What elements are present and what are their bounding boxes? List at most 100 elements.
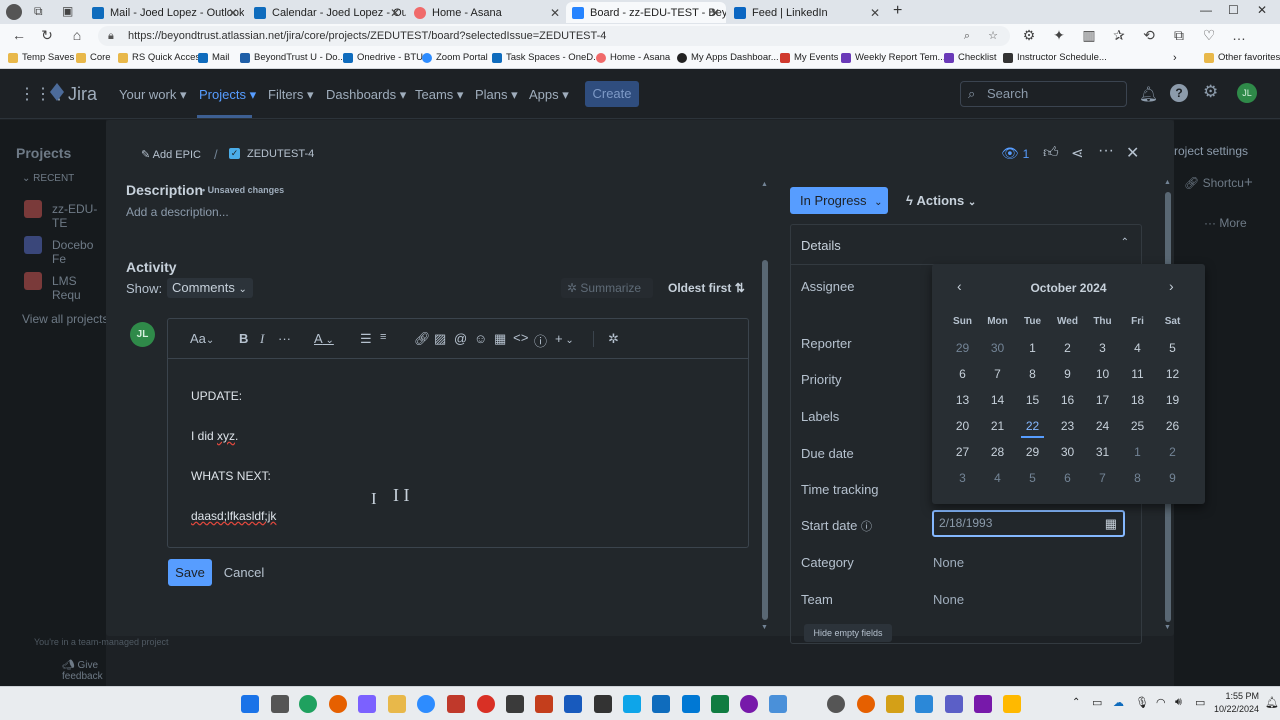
actions-button[interactable]: ϟ Actions ⌄ bbox=[906, 193, 976, 208]
calendar-day[interactable]: 1 bbox=[1015, 341, 1050, 355]
calendar-day[interactable]: 1 bbox=[1120, 445, 1155, 459]
calendar-day[interactable]: 9 bbox=[1050, 367, 1085, 381]
calendar-day[interactable]: 3 bbox=[1085, 341, 1120, 355]
back-icon[interactable]: ← bbox=[10, 27, 28, 43]
bookmark[interactable]: Instructor Schedule... bbox=[1003, 52, 1107, 63]
file-explorer-icon[interactable] bbox=[388, 695, 406, 713]
tab-actions-icon[interactable]: ▣ bbox=[62, 4, 73, 18]
app-icon[interactable] bbox=[1003, 695, 1021, 713]
share-icon[interactable]: ⋖ bbox=[1071, 144, 1084, 162]
calendar-day[interactable]: 28 bbox=[980, 445, 1015, 459]
settings-gear-icon[interactable]: ⚙ bbox=[1203, 82, 1218, 102]
panel-scroll-down-icon[interactable]: ▼ bbox=[1164, 624, 1171, 631]
taskbar-date[interactable]: 10/22/2024 bbox=[1204, 704, 1259, 714]
calendar-day[interactable]: 4 bbox=[980, 471, 1015, 485]
taskbar-time[interactable]: 1:55 PM bbox=[1209, 691, 1259, 701]
close-modal-icon[interactable]: ✕ bbox=[1126, 143, 1139, 163]
extensions-icon[interactable]: ⚙ bbox=[1020, 27, 1038, 44]
table-icon[interactable]: ▦ bbox=[494, 331, 506, 347]
scroll-down-icon[interactable]: ▼ bbox=[761, 624, 768, 631]
calendar-day[interactable]: 6 bbox=[945, 367, 980, 381]
close-icon[interactable]: ✕ bbox=[550, 6, 560, 20]
show-filter-select[interactable]: Comments ⌄ bbox=[167, 278, 253, 298]
create-button[interactable]: Create bbox=[585, 81, 639, 107]
calendar-day[interactable]: 8 bbox=[1120, 471, 1155, 485]
calendar-day[interactable]: 8 bbox=[1015, 367, 1050, 381]
calendar-day[interactable]: 27 bbox=[945, 445, 980, 459]
onenote-icon[interactable] bbox=[974, 695, 992, 713]
microphone-icon[interactable]: 🎙︎ bbox=[1135, 696, 1149, 709]
view-all-projects-link[interactable]: View all projects bbox=[22, 312, 106, 326]
calendar-day[interactable]: 11 bbox=[1120, 367, 1155, 381]
app-icon[interactable] bbox=[915, 695, 933, 713]
favorite-star-icon[interactable]: ☆ bbox=[988, 26, 998, 46]
hide-empty-fields-button[interactable]: Hide empty fields bbox=[804, 624, 892, 642]
italic-icon[interactable]: I bbox=[260, 331, 264, 347]
summarize-button[interactable]: ✲ Summarize bbox=[561, 278, 653, 298]
team-value[interactable]: None bbox=[933, 592, 964, 607]
bullet-list-icon[interactable]: ☰ bbox=[360, 331, 372, 347]
calendar-day[interactable]: 29 bbox=[945, 341, 980, 355]
nav-dashboards[interactable]: Dashboards ▾ bbox=[326, 87, 406, 103]
close-icon[interactable]: ✕ bbox=[870, 6, 880, 20]
browser-heart-icon[interactable]: ♡ bbox=[1200, 27, 1218, 44]
edge-icon[interactable] bbox=[299, 695, 317, 713]
issue-key-link[interactable]: ZEDUTEST-4 bbox=[247, 148, 314, 160]
app-icon[interactable] bbox=[594, 695, 612, 713]
tray-chevron-icon[interactable]: ⌃ bbox=[1072, 697, 1080, 708]
bookmark[interactable]: Temp Saves bbox=[8, 52, 74, 63]
calendar-day[interactable]: 30 bbox=[1050, 445, 1085, 459]
nav-plans[interactable]: Plans ▾ bbox=[475, 87, 518, 103]
calendar-day[interactable]: 5 bbox=[1015, 471, 1050, 485]
nav-projects[interactable]: Projects ▾ bbox=[199, 87, 256, 103]
tab-calendar[interactable]: Calendar - Joed Lopez - Outlook✕ bbox=[248, 2, 406, 23]
calendar-day[interactable]: 4 bbox=[1120, 341, 1155, 355]
app-icon[interactable] bbox=[623, 695, 641, 713]
minimize-icon[interactable]: — bbox=[1200, 3, 1212, 17]
calendar-day[interactable]: 6 bbox=[1050, 471, 1085, 485]
panel-scroll-up-icon[interactable]: ▲ bbox=[1164, 179, 1171, 186]
volume-icon[interactable]: 🔊︎ bbox=[1175, 696, 1182, 709]
emoji-icon[interactable]: ☺ bbox=[474, 331, 487, 346]
calendar-day[interactable]: 2 bbox=[1155, 445, 1190, 459]
copilot-icon[interactable] bbox=[358, 695, 376, 713]
split-screen-icon[interactable]: ▥ bbox=[1080, 27, 1098, 44]
bookmark[interactable]: My Apps Dashboar... bbox=[677, 52, 779, 63]
category-value[interactable]: None bbox=[933, 555, 964, 570]
puzzle-icon[interactable]: ✦ bbox=[1050, 27, 1068, 44]
calendar-day[interactable]: 26 bbox=[1155, 419, 1190, 433]
nav-teams[interactable]: Teams ▾ bbox=[415, 87, 463, 103]
tab-mail[interactable]: Mail - Joed Lopez - Outlook ✕ bbox=[86, 2, 244, 23]
like-icon[interactable]: 👍︎ bbox=[1043, 144, 1059, 162]
maximize-icon[interactable]: ☐ bbox=[1228, 3, 1239, 17]
calendar-day[interactable]: 17 bbox=[1085, 393, 1120, 407]
favorites-icon[interactable]: ✰ bbox=[1110, 27, 1128, 44]
notifications-bell-icon[interactable]: 🔔︎ bbox=[1139, 85, 1158, 103]
calendar-day[interactable]: 25 bbox=[1120, 419, 1155, 433]
add-shortcut-icon[interactable]: + bbox=[1244, 174, 1253, 191]
calendar-day[interactable]: 12 bbox=[1155, 367, 1190, 381]
mention-icon[interactable]: @ bbox=[454, 331, 467, 346]
calendar-day[interactable]: 7 bbox=[980, 367, 1015, 381]
calendar-day[interactable]: 18 bbox=[1120, 393, 1155, 407]
calendar-day[interactable]: 2 bbox=[1050, 341, 1085, 355]
collections-icon[interactable]: ⧉ bbox=[1170, 27, 1188, 44]
more-actions-icon[interactable]: ··· bbox=[1098, 142, 1114, 160]
next-month-icon[interactable]: › bbox=[1169, 278, 1174, 294]
powerpoint-icon[interactable] bbox=[535, 695, 553, 713]
calendar-day[interactable]: 16 bbox=[1050, 393, 1085, 407]
more-link[interactable]: ··· More bbox=[1204, 216, 1247, 230]
sidebar-item-project[interactable]: Docebo Fe bbox=[52, 238, 106, 266]
comment-editor[interactable]: Aa⌄ B I ··· A ⌄ ☰ ≡ 🔗︎ ▨ @ ☺ ▦ <> ⓘ + ⌄ … bbox=[167, 318, 749, 548]
bold-icon[interactable]: B bbox=[239, 331, 248, 346]
bookmark[interactable]: My Events bbox=[780, 52, 838, 63]
app-icon[interactable] bbox=[506, 695, 524, 713]
calendar-icon[interactable]: ▦ bbox=[1105, 512, 1117, 535]
jira-logo-text[interactable]: Jira bbox=[68, 84, 97, 105]
calendar-day[interactable]: 9 bbox=[1155, 471, 1190, 485]
info-icon[interactable]: ⓘ bbox=[861, 521, 872, 533]
watch-button[interactable]: 👁︎ 1 bbox=[1001, 145, 1029, 162]
bookmark[interactable]: RS Quick Access bbox=[118, 52, 205, 63]
refresh-icon[interactable]: ↻ bbox=[38, 27, 56, 44]
bookmark[interactable]: Core bbox=[76, 52, 111, 63]
